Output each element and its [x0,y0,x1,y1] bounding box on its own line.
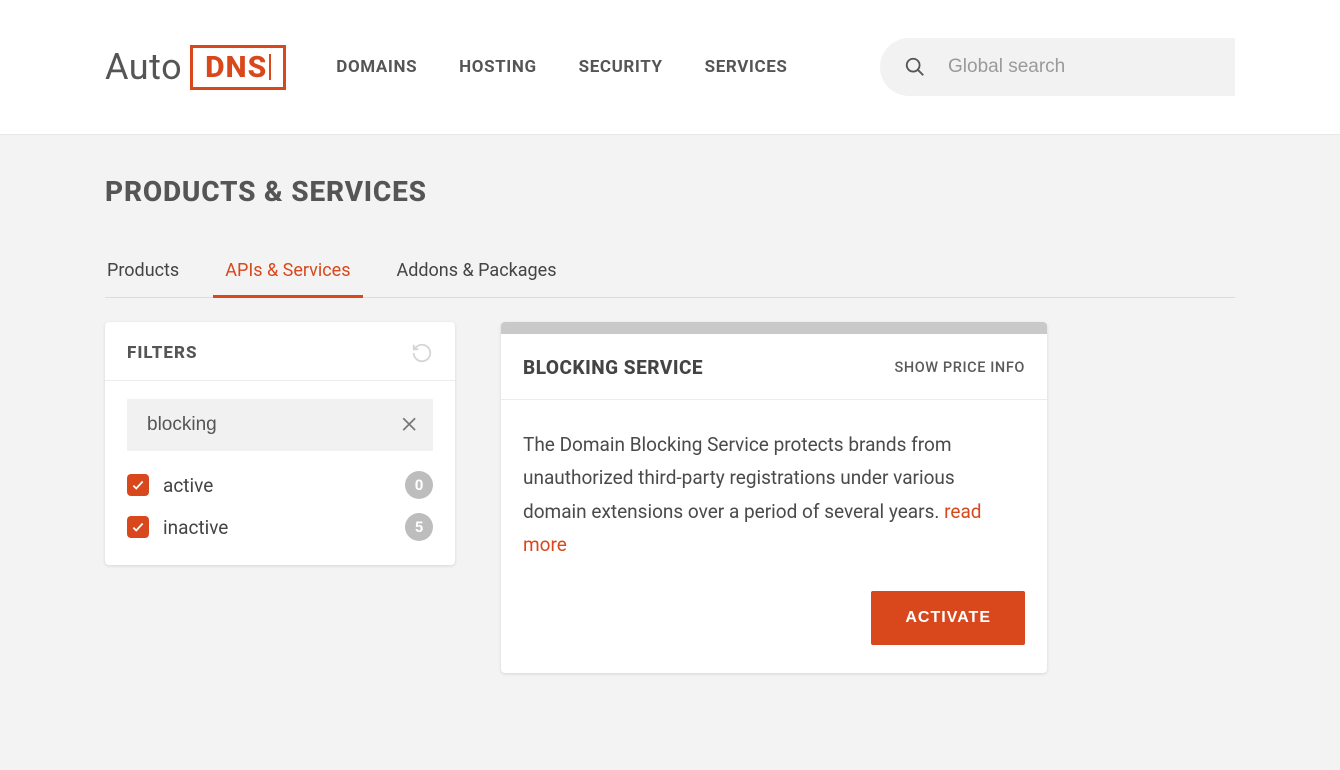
top-navigation: Auto DNS DOMAINS HOSTING SECURITY SERVIC… [0,0,1340,135]
service-description-text: The Domain Blocking Service protects bra… [523,433,955,523]
logo-text-dns: DNS [205,50,267,85]
filters-title: FILTERS [127,343,198,363]
tabs: Products APIs & Services Addons & Packag… [105,260,1235,298]
check-icon [131,478,145,492]
filter-option-active[interactable]: active 0 [127,471,433,499]
service-actions: ACTIVATE [501,591,1047,673]
nav-hosting[interactable]: HOSTING [459,57,536,77]
global-search[interactable] [880,38,1235,96]
nav-services[interactable]: SERVICES [705,57,788,77]
cursor-icon [269,54,271,80]
reset-filters-icon[interactable] [411,342,433,364]
filter-option-inactive[interactable]: inactive 5 [127,513,433,541]
service-description: The Domain Blocking Service protects bra… [501,400,1047,591]
filters-header: FILTERS [105,322,455,381]
main-content: PRODUCTS & SERVICES Products APIs & Serv… [0,135,1340,770]
nav-security[interactable]: SECURITY [579,57,663,77]
content-row: FILTERS active 0 [105,322,1235,673]
tab-products[interactable]: Products [105,260,181,297]
filters-body: active 0 inactive 5 [105,381,455,541]
filter-count-inactive: 5 [405,513,433,541]
activate-button[interactable]: ACTIVATE [871,591,1025,645]
nav-links: DOMAINS HOSTING SECURITY SERVICES [336,57,787,77]
filter-label-inactive: inactive [163,516,228,539]
show-price-info-link[interactable]: SHOW PRICE INFO [894,359,1025,376]
logo[interactable]: Auto DNS [105,45,286,90]
filters-panel: FILTERS active 0 [105,322,455,565]
service-title: BLOCKING SERVICE [523,356,703,379]
page-title: PRODUCTS & SERVICES [105,175,1235,208]
global-search-input[interactable] [948,56,1211,78]
logo-text-auto: Auto [105,46,182,88]
check-icon [131,520,145,534]
tab-addons-packages[interactable]: Addons & Packages [395,260,559,297]
nav-domains[interactable]: DOMAINS [336,57,417,77]
filter-search[interactable] [127,399,433,451]
filter-label-active: active [163,474,213,497]
checkbox-active[interactable] [127,474,149,496]
clear-search-icon[interactable] [399,414,419,436]
tab-apis-services[interactable]: APIs & Services [223,260,352,297]
service-card: BLOCKING SERVICE SHOW PRICE INFO The Dom… [501,322,1047,673]
service-header: BLOCKING SERVICE SHOW PRICE INFO [501,334,1047,400]
logo-box: DNS [190,45,286,90]
search-icon [904,56,926,78]
checkbox-inactive[interactable] [127,516,149,538]
filter-count-active: 0 [405,471,433,499]
filter-search-input[interactable] [147,414,399,436]
service-stripe [501,322,1047,334]
